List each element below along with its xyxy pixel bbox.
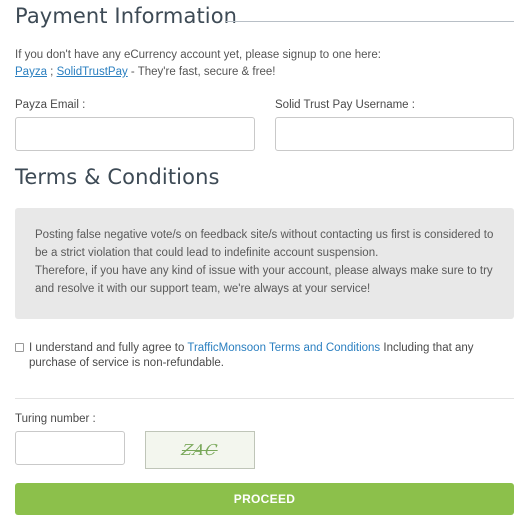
turing-number-input[interactable] xyxy=(15,431,125,465)
captcha-image: ZAC xyxy=(145,431,255,469)
agree-terms-text: I understand and fully agree to TrafficM… xyxy=(15,341,520,371)
terms-conditions-title: Terms & Conditions xyxy=(15,165,220,189)
title-underline-rule xyxy=(226,21,514,22)
payza-email-input[interactable] xyxy=(15,117,255,151)
terms-notice-line: be a strict violation that could lead to… xyxy=(35,247,379,259)
turing-number-label: Turing number : xyxy=(15,413,96,425)
payza-email-label: Payza Email : xyxy=(15,99,86,111)
link-separator: ; xyxy=(46,66,57,78)
terms-notice-box: Posting false negative vote/s on feedbac… xyxy=(15,208,514,319)
agree-terms-checkbox[interactable] xyxy=(15,343,24,352)
intro-line: If you don't have any eCurrency account … xyxy=(15,49,381,61)
terms-conditions-link[interactable]: TrafficMonsoon Terms and Conditions xyxy=(187,342,380,354)
captcha-text: ZAC xyxy=(180,441,220,459)
ecurrency-intro: If you don't have any eCurrency account … xyxy=(15,47,381,81)
terms-notice-line: and resolve it with our support team, we… xyxy=(35,283,371,295)
intro-suffix: - They're fast, secure & free! xyxy=(127,66,276,78)
agree-terms-row: I understand and fully agree to TrafficM… xyxy=(15,341,520,371)
solidtrustpay-username-label: Solid Trust Pay Username : xyxy=(275,99,415,111)
terms-notice-line: Therefore, if you have any kind of issue… xyxy=(35,265,493,277)
agree-prefix: I understand and fully agree to xyxy=(29,342,188,354)
solidtrustpay-signup-link[interactable]: SolidTrustPay xyxy=(57,66,128,78)
solidtrustpay-username-input[interactable] xyxy=(275,117,514,151)
section-divider xyxy=(15,398,514,399)
proceed-button[interactable]: PROCEED xyxy=(15,483,514,515)
payment-information-title: Payment Information xyxy=(15,4,238,28)
intro-links-line: Payza ; SolidTrustPay - They're fast, se… xyxy=(15,64,381,81)
terms-notice-line: Posting false negative vote/s on feedbac… xyxy=(35,229,494,241)
payza-signup-link[interactable]: Payza xyxy=(15,66,47,78)
